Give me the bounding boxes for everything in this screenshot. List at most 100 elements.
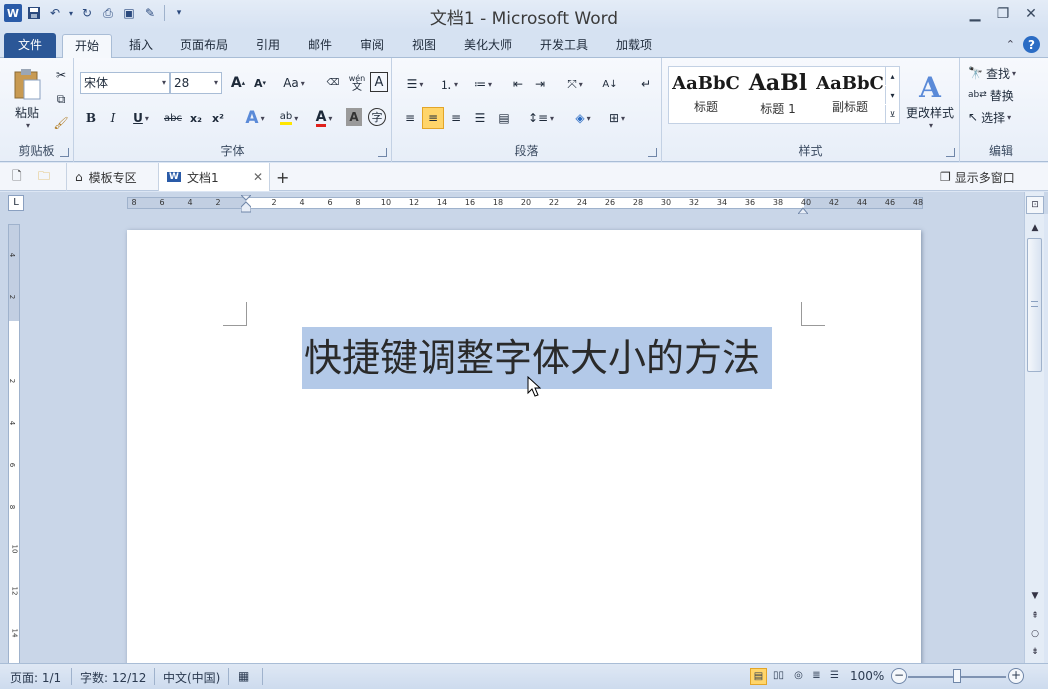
web-layout-view-icon[interactable]: ◎: [790, 668, 807, 685]
find-dropdown-icon[interactable]: ▾: [1012, 69, 1016, 78]
restore-icon[interactable]: ❐: [992, 4, 1014, 24]
reading-view-icon[interactable]: ▯▯: [770, 668, 787, 685]
help-icon[interactable]: ?: [1023, 36, 1040, 53]
font-size-combo[interactable]: 28 ▾: [170, 72, 222, 94]
style-subtitle[interactable]: AaBbC 副标题: [815, 69, 885, 123]
find-button[interactable]: 🔭 查找 ▾: [968, 64, 1034, 82]
next-page-icon[interactable]: ⇟: [1026, 644, 1044, 660]
text-effects-dropdown-icon[interactable]: ▾: [261, 114, 265, 123]
phonetic-guide-button[interactable]: wén 文: [346, 72, 368, 94]
zoom-out-icon[interactable]: −: [891, 668, 907, 684]
page-count-status[interactable]: 页面: 1/1: [10, 669, 61, 686]
scroll-thumb[interactable]: [1027, 238, 1042, 372]
paragraph-launcher-icon[interactable]: [648, 148, 657, 157]
italic-button[interactable]: I: [104, 108, 122, 128]
tab-beautify-master[interactable]: 美化大师: [456, 34, 520, 58]
document-tab-active[interactable]: W 文档1 ✕: [158, 163, 270, 191]
change-case-dropdown-icon[interactable]: ▾: [301, 79, 305, 88]
tab-references[interactable]: 引用: [248, 34, 288, 58]
tab-addins[interactable]: 加载项: [608, 34, 660, 58]
borders-dropdown-icon[interactable]: ▾: [621, 114, 625, 123]
template-zone-tab[interactable]: ⌂ 模板专区: [66, 163, 152, 191]
cut-icon[interactable]: ✂: [52, 66, 70, 84]
multilevel-list-button[interactable]: ≔ ▾: [468, 74, 498, 94]
underline-button[interactable]: U ▾: [128, 108, 154, 128]
chinese-layout-button[interactable]: ⤧ ▾: [560, 74, 590, 94]
tab-view[interactable]: 视图: [404, 34, 444, 58]
superscript-button[interactable]: x²: [208, 108, 228, 128]
font-color-button[interactable]: A ▾: [310, 108, 338, 128]
tab-selector[interactable]: L: [8, 195, 24, 211]
paste-button[interactable]: 粘贴 ▾: [6, 64, 48, 134]
bold-button[interactable]: B: [82, 108, 100, 128]
document-page[interactable]: 快捷键调整字体大小的方法: [127, 230, 921, 670]
grow-font-button[interactable]: A ▴: [228, 74, 248, 92]
numbering-dropdown-icon[interactable]: ▾: [454, 80, 458, 89]
enclose-characters-button[interactable]: 字: [368, 108, 386, 126]
character-border-button[interactable]: A: [370, 72, 388, 92]
borders-button[interactable]: ⊞ ▾: [602, 108, 632, 128]
strikethrough-button[interactable]: abc: [162, 108, 184, 128]
shading-dropdown-icon[interactable]: ▾: [587, 114, 591, 123]
font-size-dropdown-icon[interactable]: ▾: [214, 73, 218, 93]
zoom-in-icon[interactable]: +: [1008, 668, 1024, 684]
font-name-dropdown-icon[interactable]: ▾: [162, 73, 166, 93]
open-folder-icon[interactable]: 🗀: [38, 163, 50, 191]
subscript-button[interactable]: x₂: [186, 108, 206, 128]
close-icon[interactable]: ✕: [1020, 4, 1042, 24]
tab-file[interactable]: 文件: [4, 33, 56, 58]
scroll-down-icon[interactable]: ▼: [1026, 588, 1044, 604]
select-button[interactable]: ↖ 选择 ▾: [968, 108, 1034, 126]
new-document-icon[interactable]: 🗋: [12, 163, 22, 191]
decrease-indent-icon[interactable]: ⇤: [508, 74, 528, 94]
zoom-slider-knob[interactable]: [953, 669, 961, 683]
change-case-button[interactable]: Aa ▾: [280, 74, 308, 92]
vertical-scrollbar[interactable]: ⊡ ▲ ▼ ⇞ ○ ⇟: [1024, 192, 1044, 663]
shading-button[interactable]: ◈ ▾: [568, 108, 598, 128]
text-effects-button[interactable]: A ▾: [242, 108, 268, 128]
line-spacing-button[interactable]: ↕≡ ▾: [526, 108, 556, 128]
previous-page-icon[interactable]: ⇞: [1026, 608, 1044, 624]
sort-icon[interactable]: A↓: [600, 74, 620, 94]
ruler-toggle-icon[interactable]: ⊡: [1026, 196, 1044, 214]
highlight-button[interactable]: ab ▾: [274, 108, 304, 128]
vertical-ruler[interactable]: 42246810121416: [8, 224, 20, 679]
chinese-layout-dropdown-icon[interactable]: ▾: [579, 80, 583, 89]
tab-home[interactable]: 开始: [62, 34, 112, 59]
tab-page-layout[interactable]: 页面布局: [172, 34, 236, 58]
tab-insert[interactable]: 插入: [120, 34, 162, 58]
shrink-font-button[interactable]: A ▾: [250, 74, 270, 92]
styles-more-icon[interactable]: ⊻: [885, 105, 899, 123]
align-right-icon[interactable]: ≡: [446, 108, 466, 128]
select-dropdown-icon[interactable]: ▾: [1007, 113, 1011, 122]
font-color-dropdown-icon[interactable]: ▾: [328, 114, 332, 123]
tab-developer[interactable]: 开发工具: [532, 34, 596, 58]
paste-dropdown-icon[interactable]: ▾: [26, 121, 30, 130]
tab-review[interactable]: 审阅: [352, 34, 392, 58]
change-styles-dropdown-icon[interactable]: ▾: [929, 121, 933, 130]
word-count-status[interactable]: 字数: 12/12: [80, 669, 146, 686]
line-spacing-dropdown-icon[interactable]: ▾: [550, 114, 554, 123]
right-indent-marker[interactable]: [796, 203, 810, 215]
minimize-icon[interactable]: ▁: [964, 4, 986, 24]
replace-button[interactable]: ab⇄ 替换: [968, 86, 1034, 104]
multilevel-dropdown-icon[interactable]: ▾: [488, 80, 492, 89]
add-tab-icon[interactable]: +: [276, 163, 289, 191]
increase-indent-icon[interactable]: ⇥: [530, 74, 550, 94]
print-layout-view-icon[interactable]: ▤: [750, 668, 767, 685]
change-styles-button[interactable]: A 更改样式 ▾: [902, 64, 958, 136]
underline-dropdown-icon[interactable]: ▾: [145, 114, 149, 123]
distributed-icon[interactable]: ▤: [494, 108, 514, 128]
clear-formatting-icon[interactable]: ⌫: [322, 72, 344, 94]
numbering-button[interactable]: ⒈ ▾: [434, 74, 464, 94]
style-title[interactable]: AaBbC 标题: [671, 69, 741, 123]
indent-marker[interactable]: [239, 194, 253, 213]
character-shading-button[interactable]: A: [346, 108, 362, 126]
close-document-tab-icon[interactable]: ✕: [253, 170, 263, 184]
tab-mailings[interactable]: 邮件: [300, 34, 340, 58]
styles-scroll-up-icon[interactable]: ▴: [885, 67, 899, 85]
style-heading-1[interactable]: AaBl 标题 1: [743, 69, 813, 123]
show-marks-icon[interactable]: ↵: [636, 74, 656, 94]
bullets-button[interactable]: ☰ ▾: [400, 74, 430, 94]
clipboard-launcher-icon[interactable]: [60, 148, 69, 157]
